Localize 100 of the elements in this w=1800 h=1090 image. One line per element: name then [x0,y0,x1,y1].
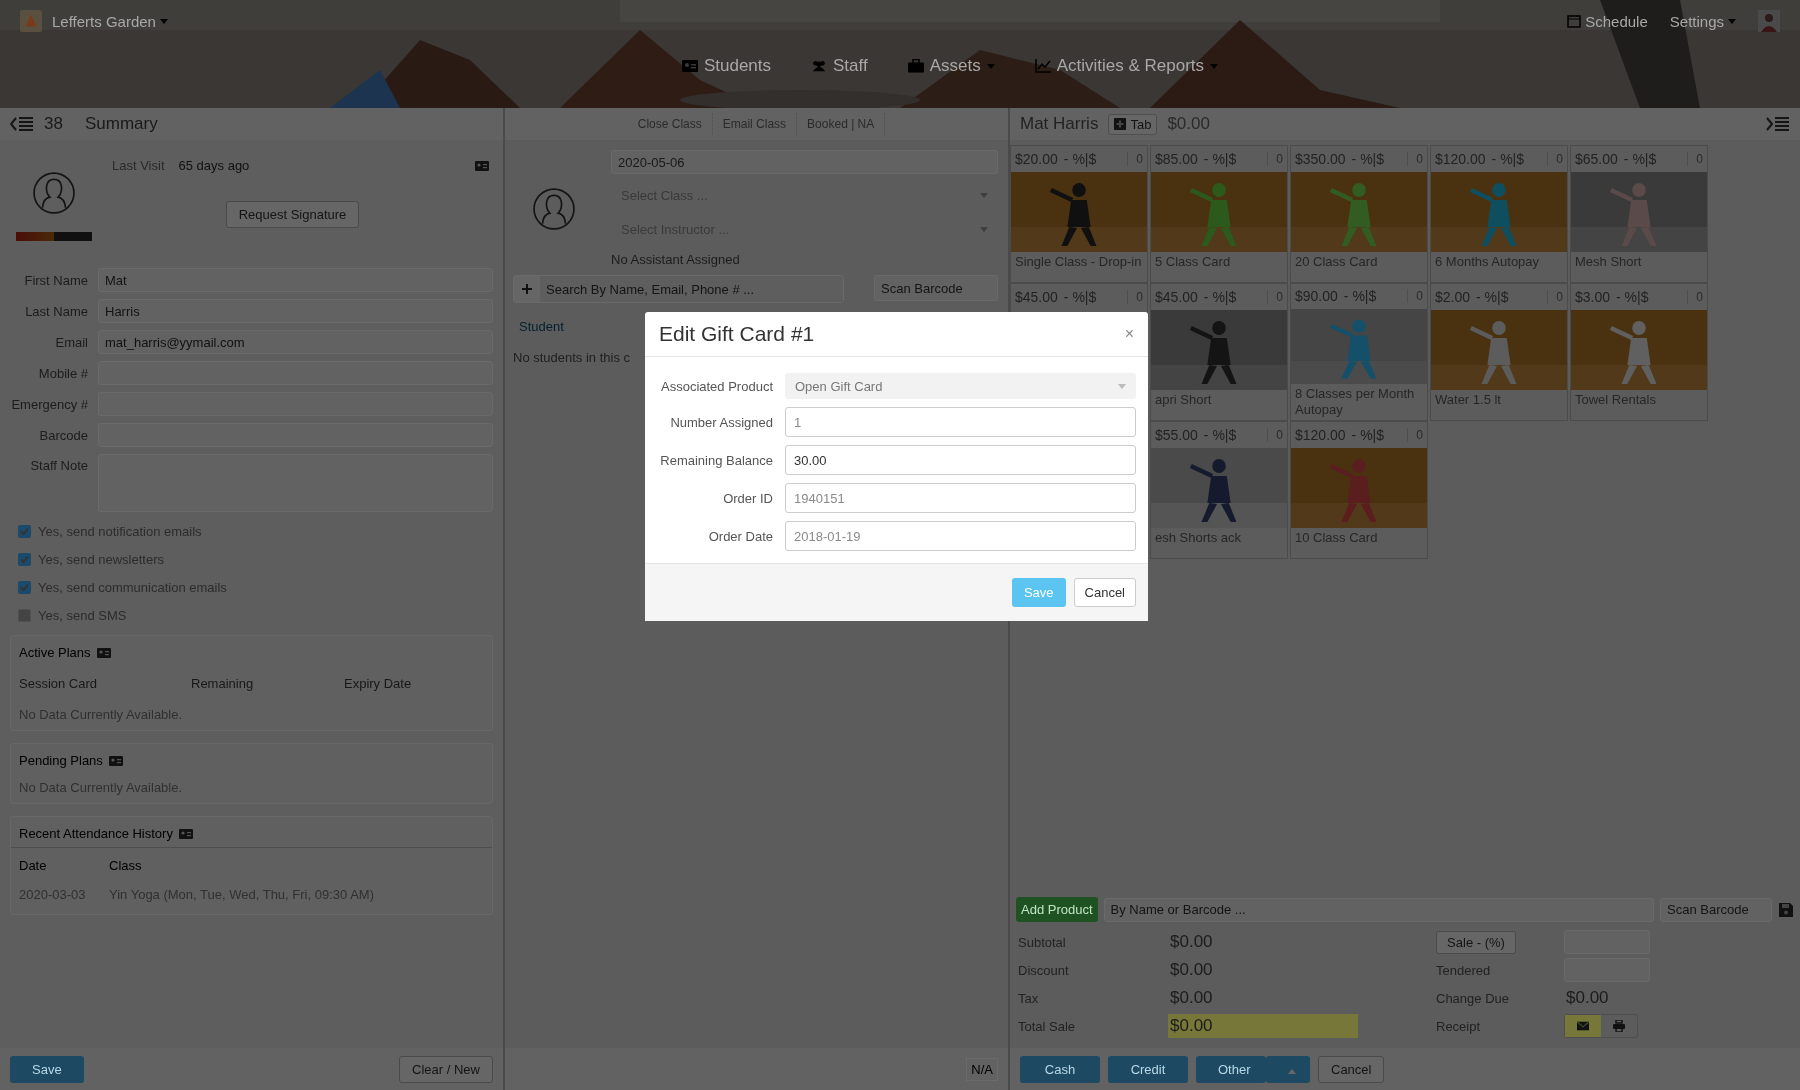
scan-barcode-field[interactable]: Scan Barcode [1660,897,1772,922]
product-price: $55.00 [1155,427,1198,443]
id-card-icon[interactable] [178,828,193,839]
product-price: $350.00 [1295,151,1346,167]
product-price: $3.00 [1575,289,1611,305]
users-icon [811,59,827,73]
save-button[interactable]: Save [10,1055,84,1083]
product-price: $45.00 [1015,289,1058,305]
expand-menu-icon[interactable] [1766,116,1790,132]
field-label: Order Date [707,528,773,544]
class-action-tab[interactable]: Email Class [712,113,798,135]
checkbox[interactable] [18,525,31,538]
field-label: First Name [23,272,88,288]
caret-icon [1118,383,1126,389]
discount-toggle[interactable]: - %|$ [1063,151,1097,167]
product-price: $85.00 [1155,151,1198,167]
class-action-tab[interactable]: Close Class [627,113,713,135]
total-value: $0.00 [1169,931,1214,953]
column-header: Date [19,858,48,873]
briefcase-icon [907,59,924,73]
section-title: Recent Attendance History [19,826,173,841]
caret-icon [980,226,988,232]
discount-toggle[interactable]: - %|$ [1203,289,1237,305]
discount-toggle[interactable]: - %|$ [1476,289,1509,305]
total-label: Discount [1017,962,1070,978]
discount-toggle[interactable]: - %|$ [1491,151,1525,167]
printer-icon [1613,1020,1625,1032]
discount-toggle[interactable]: - %|$ [1203,151,1237,167]
logo-icon[interactable] [20,10,42,32]
product-price: $90.00 [1295,288,1338,305]
payment-button[interactable]: Other [1196,1055,1266,1083]
total-label: Subtotal [1017,934,1067,950]
payment-button[interactable]: Credit [1108,1055,1188,1083]
product-search-field[interactable]: By Name or Barcode ... [1103,897,1654,922]
class-action-tab[interactable]: Booked | NA [797,113,886,135]
settings-menu[interactable]: Settings [1669,12,1736,30]
product-price: $120.00 [1435,151,1486,167]
cancel-button[interactable]: Cancel [1073,578,1136,607]
user-avatar-icon [33,172,75,214]
sale-discount-button[interactable]: Sale - (%) [1436,930,1516,954]
column-header: Session Card [19,676,99,691]
product-price: $2.00 [1435,289,1471,305]
field-label: Emergency # [10,396,88,412]
schedule-link[interactable]: Schedule [1567,12,1648,30]
close-button[interactable]: × [1124,325,1134,343]
discount-toggle[interactable]: - %|$ [1203,427,1237,443]
nav-item[interactable]: Staff [811,56,868,76]
class-status-label: N/A [966,1057,998,1081]
receipt-label: Receipt [1436,1018,1482,1034]
save-button[interactable]: Save [1011,578,1066,607]
caret-icon [980,192,988,198]
total-value: $0.00 [1169,959,1214,981]
checkbox[interactable] [18,609,31,622]
add-product-button[interactable]: Add Product [1016,897,1098,922]
id-card-icon[interactable] [96,647,111,658]
product-select[interactable]: Open Gift Card [785,373,1136,399]
id-card-icon[interactable] [108,755,123,766]
discount-toggle[interactable]: - %|$ [1623,151,1657,167]
tab-button[interactable]: Tab [1108,113,1158,135]
field-label: Remaining Balance [659,452,773,468]
tendered-label: Tendered [1436,962,1492,978]
save-icon[interactable] [1778,902,1794,917]
discount-toggle[interactable]: - %|$ [1343,288,1377,305]
cancel-button[interactable]: Cancel [1318,1055,1385,1083]
checkbox[interactable] [18,553,31,566]
column-header: Remaining [191,676,255,691]
product-price: $20.00 [1015,151,1058,167]
checkbox[interactable] [18,581,31,594]
id-card-icon[interactable] [475,160,489,171]
nav-item[interactable]: Assets [907,56,995,76]
request-signature-button[interactable]: Request Signature [225,201,360,228]
field-label: Staff Note [29,457,88,473]
payment-button[interactable]: Cash [1020,1055,1100,1083]
caret-icon [1288,1068,1296,1074]
email-receipt-button[interactable] [1565,1015,1601,1037]
payment-menu-button[interactable] [1266,1055,1310,1083]
total-value: $0.00 [1169,987,1214,1009]
discount-toggle[interactable]: - %|$ [1351,427,1385,443]
nav-item[interactable]: Activities & Reports [1034,56,1219,76]
avatar-icon[interactable] [1758,10,1780,32]
nav-item[interactable]: Students [681,56,771,76]
discount-toggle[interactable]: - %|$ [1351,151,1385,167]
empty-message: No students in this c [513,350,632,365]
location-menu[interactable]: Lefferts Garden [52,12,168,30]
collapse-menu-icon[interactable] [10,116,34,132]
discount-toggle[interactable]: - %|$ [1616,289,1649,305]
change-due-value: $0.00 [1565,987,1610,1009]
scan-barcode-field[interactable]: Scan Barcode [874,275,998,301]
last-visit-value: 65 days ago [178,158,250,173]
column-header: Student [519,319,564,334]
discount-toggle[interactable]: - %|$ [1063,289,1097,305]
input-field[interactable]: mat_harris@yymail.com [98,330,493,354]
total-label: Tax [1017,990,1040,1006]
input-field[interactable]: Harris [98,299,493,323]
date-field[interactable]: 2020-05-06 [611,150,998,174]
clear-button[interactable]: Clear / New [399,1055,493,1083]
student-search-field[interactable]: Search By Name, Email, Phone # ... [513,275,844,303]
input-field[interactable]: Mat [98,268,493,292]
add-student-button[interactable] [514,276,540,302]
input-field[interactable]: 30.00 [785,445,1136,475]
